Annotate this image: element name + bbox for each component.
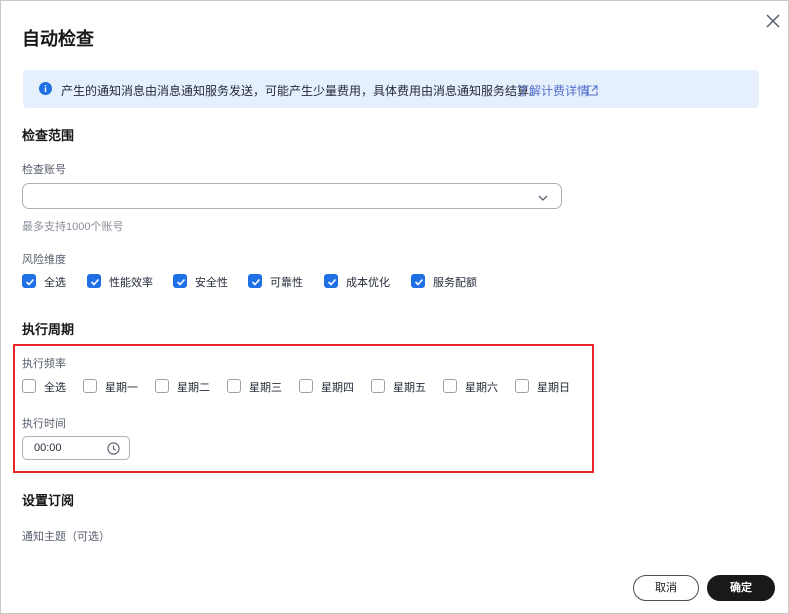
checkbox-unchecked-icon <box>22 379 36 393</box>
checkbox-unchecked-icon <box>83 379 97 393</box>
risk-option-label: 成本优化 <box>346 277 390 289</box>
billing-details-link[interactable]: 了解计费详情 <box>517 82 589 99</box>
period-section-title: 执行周期 <box>22 322 75 337</box>
day-option-label: 星期二 <box>177 382 210 394</box>
checkbox-unchecked-icon <box>227 379 241 393</box>
info-notice: 产生的通知消息由消息通知服务发送，可能产生少量费用，具体费用由消息通知服务结算。… <box>23 70 759 108</box>
day-option-label: 全选 <box>44 382 66 394</box>
chevron-down-icon <box>537 191 549 203</box>
checkbox-checked-icon <box>248 274 262 288</box>
external-link-icon[interactable] <box>587 83 598 96</box>
close-icon[interactable] <box>763 11 783 31</box>
dialog-title: 自动检查 <box>22 29 94 49</box>
checkbox-unchecked-icon <box>371 379 385 393</box>
day-option-label: 星期四 <box>321 382 354 394</box>
checkbox-unchecked-icon <box>443 379 457 393</box>
topic-label: 通知主题（可选） <box>22 531 110 543</box>
day-option-label: 星期三 <box>249 382 282 394</box>
time-label: 执行时间 <box>22 418 66 430</box>
day-option-label: 星期一 <box>105 382 138 394</box>
checkbox-checked-icon <box>411 274 425 288</box>
risk-option-label: 性能效率 <box>109 277 153 289</box>
account-hint: 最多支持1000个账号 <box>22 221 124 233</box>
time-value: 00:00 <box>34 442 62 454</box>
notice-text: 产生的通知消息由消息通知服务发送，可能产生少量费用，具体费用由消息通知服务结算。 <box>61 84 542 98</box>
checkbox-checked-icon <box>22 274 36 288</box>
risk-option-label: 安全性 <box>195 277 228 289</box>
day-option-label: 星期五 <box>393 382 426 394</box>
time-picker[interactable]: 00:00 <box>22 436 130 460</box>
confirm-button[interactable]: 确定 <box>707 575 775 601</box>
auto-check-dialog: 自动检查 产生的通知消息由消息通知服务发送，可能产生少量费用，具体费用由消息通知… <box>0 0 789 614</box>
account-select[interactable] <box>22 183 562 209</box>
account-label: 检查账号 <box>22 164 66 176</box>
frequency-label: 执行频率 <box>22 358 66 370</box>
checkbox-checked-icon <box>87 274 101 288</box>
risk-label: 风险维度 <box>22 254 66 266</box>
info-icon <box>39 82 52 95</box>
day-option-label: 星期六 <box>465 382 498 394</box>
risk-option-label: 可靠性 <box>270 277 303 289</box>
subscription-section-title: 设置订阅 <box>22 493 75 508</box>
risk-option-label: 服务配额 <box>433 277 477 289</box>
scope-section-title: 检查范围 <box>22 128 75 143</box>
cancel-button[interactable]: 取消 <box>633 575 699 601</box>
checkbox-unchecked-icon <box>299 379 313 393</box>
checkbox-checked-icon <box>324 274 338 288</box>
day-option-label: 星期日 <box>537 382 570 394</box>
checkbox-unchecked-icon <box>155 379 169 393</box>
clock-icon[interactable] <box>107 442 120 455</box>
checkbox-checked-icon <box>173 274 187 288</box>
checkbox-unchecked-icon <box>515 379 529 393</box>
risk-option-label: 全选 <box>44 277 66 289</box>
